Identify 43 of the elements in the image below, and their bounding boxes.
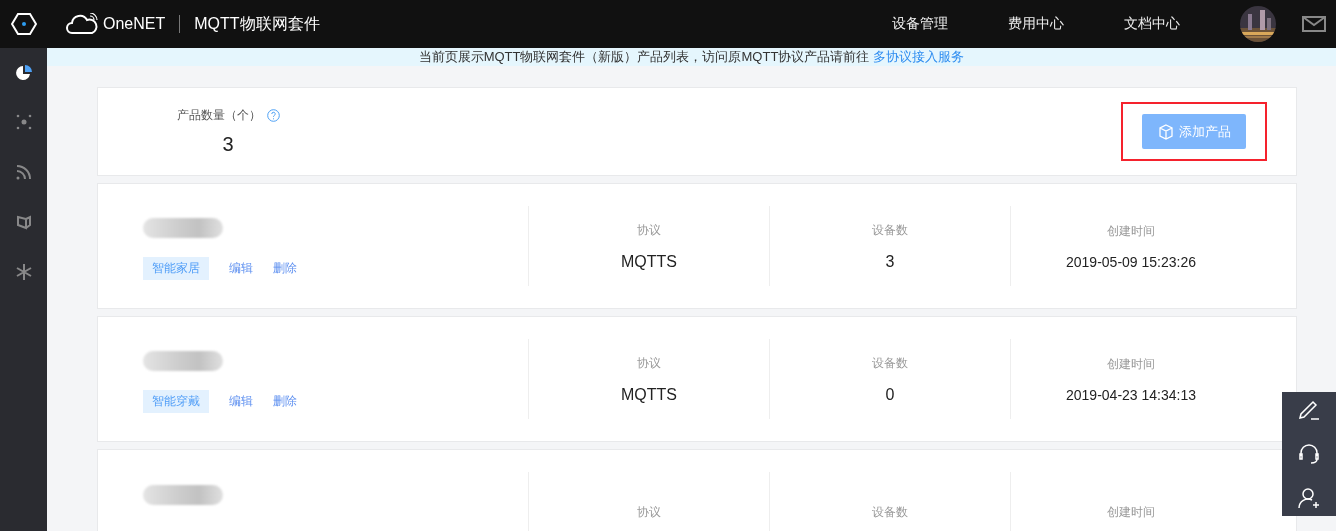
field-value: 2019-04-23 14:34:13	[1066, 386, 1196, 403]
pie-chart-icon[interactable]	[14, 64, 33, 82]
action-link[interactable]: 编辑	[229, 260, 253, 277]
field-value: 3	[885, 252, 895, 271]
field-label: 协议	[637, 354, 661, 372]
notice-text: 当前页展示MQTT物联网套件（新版）产品列表，访问原MQTT协议产品请前往 多协议接入服务	[418, 48, 965, 66]
nav-link[interactable]: 设备管理	[862, 15, 978, 33]
cube-icon[interactable]	[15, 214, 32, 230]
field-label: 协议	[637, 221, 661, 239]
brand-name: OneNET	[103, 15, 166, 33]
edit-icon[interactable]	[1297, 398, 1321, 422]
field-label: 协议	[637, 503, 661, 521]
action-link[interactable]: 删除	[273, 393, 297, 410]
nav-link[interactable]: 费用中心	[978, 15, 1094, 33]
product-title: MQTT物联网套件	[194, 13, 320, 34]
add-product-button[interactable]: 添加产品	[1142, 114, 1246, 149]
field-label: 设备数	[872, 503, 908, 521]
headset-icon[interactable]	[1297, 442, 1321, 466]
field-value: 2019-05-09 15:23:26	[1066, 253, 1196, 270]
field-label: 创建时间	[1107, 222, 1155, 240]
field-value: 0	[885, 385, 895, 404]
field-value: MQTTS	[621, 385, 677, 404]
field-label: 创建时间	[1107, 355, 1155, 373]
field-label: 创建时间	[1107, 503, 1155, 521]
cube-icon	[1157, 123, 1174, 140]
category-tag: 智能穿戴	[143, 390, 209, 413]
field-value: MQTTS	[621, 252, 677, 271]
asterisk-icon[interactable]	[15, 264, 32, 280]
mail-icon[interactable]	[1302, 16, 1326, 32]
add-user-icon[interactable]	[1297, 486, 1321, 510]
field-label: 设备数	[872, 221, 908, 239]
action-link[interactable]: 删除	[273, 260, 297, 277]
cloud-icon	[65, 13, 99, 35]
service-link[interactable]: 多协议接入服务	[873, 49, 965, 64]
count-label: 产品数量（个）	[176, 107, 261, 124]
signal-icon[interactable]	[15, 164, 32, 180]
field-label: 设备数	[872, 354, 908, 372]
nodes-icon[interactable]	[15, 114, 32, 130]
product-count: 3	[222, 133, 234, 156]
nav-link[interactable]: 文档中心	[1094, 15, 1210, 33]
action-link[interactable]: 编辑	[229, 393, 253, 410]
logo-icon	[10, 12, 37, 36]
category-tag: 智能家居	[143, 257, 209, 280]
